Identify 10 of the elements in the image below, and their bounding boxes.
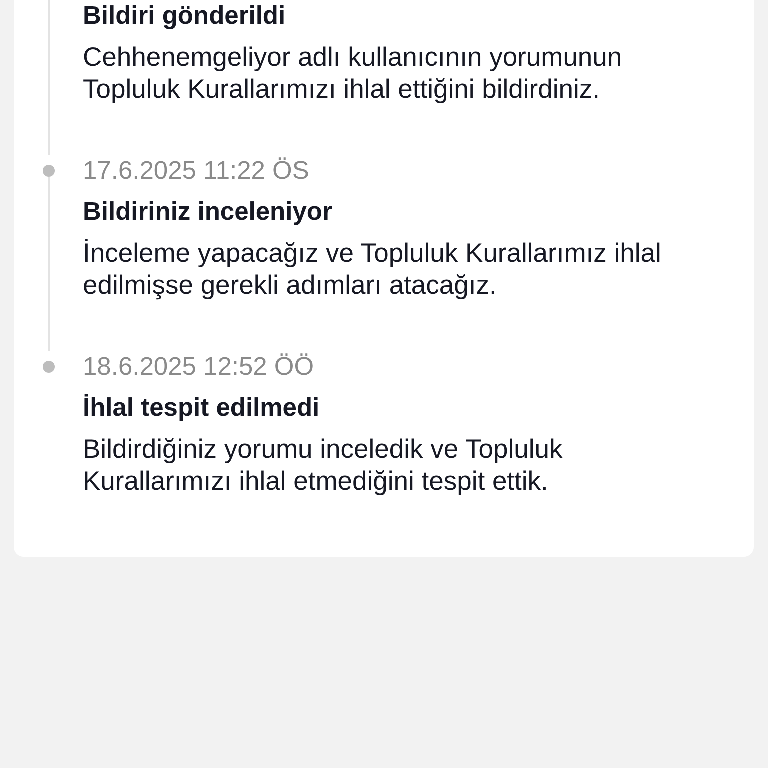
timeline-description: İnceleme yapacağız ve Topluluk Kurallarımız ihlal edilmişse gerekli adımları atacağız. xyxy=(83,237,662,301)
timeline-description: Bildirdiğiniz yorumu inceledik ve Topluluk Kurallarımızı ihlal etmediğini tespit ettik. xyxy=(83,433,564,497)
timeline-title: Bildiri gönderildi xyxy=(83,1,287,32)
timeline-dot xyxy=(42,165,54,177)
timeline-title: İhlal tespit edilmedi xyxy=(83,393,321,424)
timeline-date: 18.6.2025 12:52 ÖÖ xyxy=(83,352,316,383)
timeline-dot xyxy=(42,361,54,373)
timeline-title: Bildiriniz inceleniyor xyxy=(83,197,334,228)
timeline-date: 17.6.2025 11:22 ÖS xyxy=(83,156,310,187)
timeline-description: Cehhenemgeliyor adlı kullanıcının yorumunun Topluluk Kurallarımızı ihlal ettiğini bildirdiniz. xyxy=(83,41,624,105)
